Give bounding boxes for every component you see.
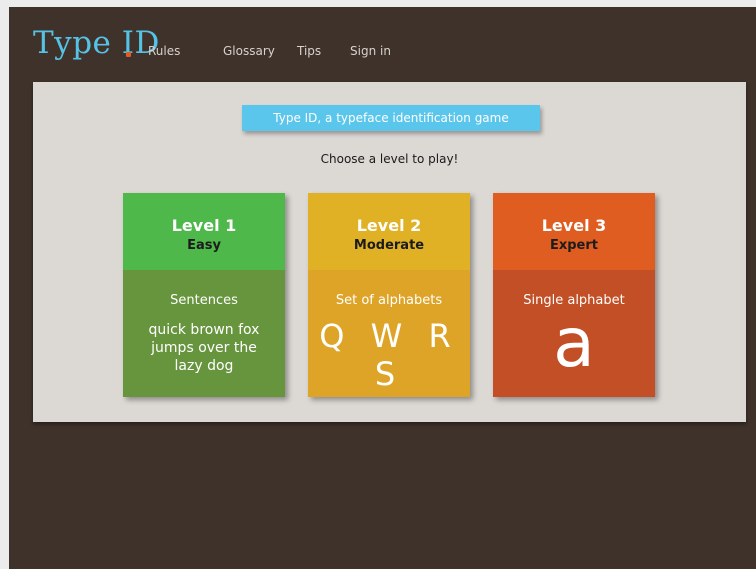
choose-level-text: Choose a level to play! [320, 152, 459, 166]
nav-tips[interactable]: Tips [297, 44, 321, 58]
type-id-logo[interactable]: Type ID [33, 25, 160, 61]
level-1-difficulty: Easy [187, 238, 221, 253]
level-2-sample: Q W R S [319, 317, 459, 393]
nav-glossary[interactable]: Glossary [223, 44, 275, 58]
nav-sign-in[interactable]: Sign in [350, 44, 391, 58]
game-title-banner: Type ID, a typeface identification game [242, 105, 540, 131]
level-2-card[interactable]: Level 2 Moderate Set of alphabets Q W R … [308, 193, 470, 397]
level-2-title: Level 2 [356, 216, 422, 235]
level-2-body: Set of alphabets Q W R S [308, 270, 470, 397]
level-3-header: Level 3 Expert [493, 193, 655, 270]
nav-rules[interactable]: Rules [148, 44, 180, 58]
level-1-sample: quick brown fox jumps over the lazy dog [148, 322, 260, 374]
level-2-difficulty: Moderate [353, 238, 425, 253]
level-2-type: Set of alphabets [335, 293, 443, 308]
level-2-header: Level 2 Moderate [308, 193, 470, 270]
level-1-title: Level 1 [171, 216, 237, 235]
level-3-body: Single alphabet a [493, 270, 655, 397]
level-3-title: Level 3 [541, 216, 607, 235]
level-3-card[interactable]: Level 3 Expert Single alphabet a [493, 193, 655, 397]
level-3-difficulty: Expert [549, 238, 598, 253]
logo-id-i: I [121, 25, 135, 61]
level-1-card[interactable]: Level 1 Easy Sentences quick brown fox j… [123, 193, 285, 397]
level-1-type: Sentences [170, 293, 238, 308]
logo-type-text: Type [33, 25, 112, 61]
app-frame: Type ID Rules Glossary Tips Sign in Type… [9, 7, 756, 569]
level-1-body: Sentences quick brown fox jumps over the… [123, 270, 285, 397]
main-panel: Type ID, a typeface identification game … [33, 82, 746, 422]
level-1-header: Level 1 Easy [123, 193, 285, 270]
level-3-sample: a [553, 304, 595, 383]
logo-dot [126, 52, 132, 57]
